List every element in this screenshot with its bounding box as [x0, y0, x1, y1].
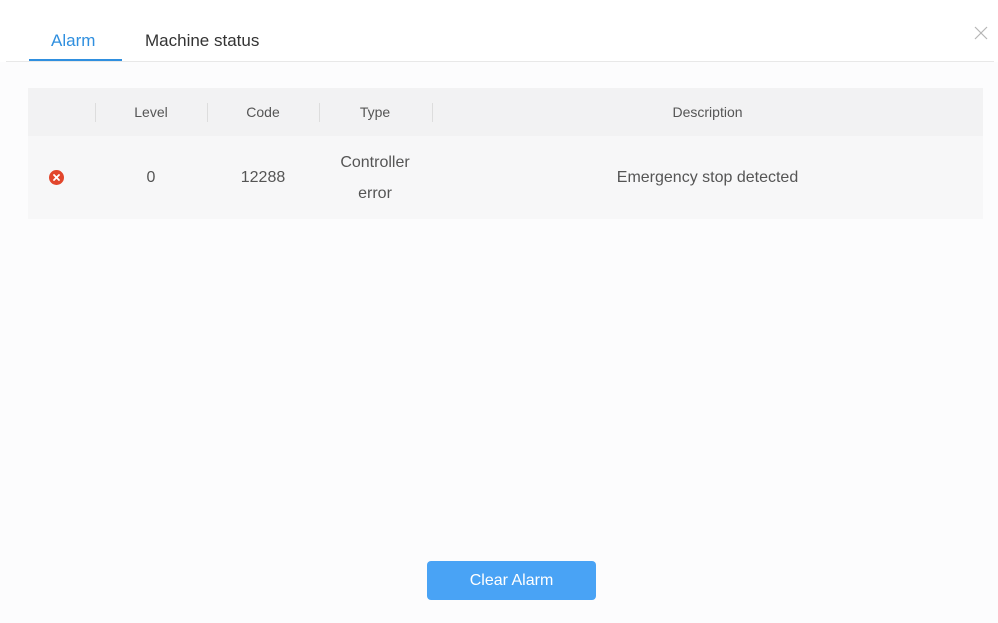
column-header-code: Code	[246, 104, 280, 120]
tab-machine-status[interactable]: Machine status	[145, 31, 259, 51]
clear-alarm-button[interactable]: Clear Alarm	[427, 561, 596, 600]
cell-type-line2: error	[358, 184, 392, 202]
table-body: 0 12288 Controller error Emergency stop …	[28, 136, 983, 219]
table-header: Level Code Type Description	[28, 88, 983, 136]
cell-type-line1: Controller	[340, 153, 410, 171]
cell-type: Controller error	[319, 136, 431, 219]
column-header-level: Level	[134, 104, 168, 120]
alarm-dialog: Alarm Machine status Level Code Type Des…	[0, 0, 998, 623]
close-button[interactable]	[972, 24, 990, 42]
tabs-divider	[6, 61, 994, 62]
column-header-description: Description	[672, 104, 743, 120]
cell-description: Emergency stop detected	[616, 168, 799, 186]
column-header-type: Type	[359, 104, 391, 120]
cell-code: 12288	[240, 168, 286, 186]
cell-level: 0	[146, 168, 156, 186]
close-icon	[974, 26, 988, 40]
tab-alarm[interactable]: Alarm	[51, 31, 95, 51]
table-row[interactable]: 0 12288 Controller error Emergency stop …	[28, 136, 983, 219]
tabs-bar: Alarm Machine status	[0, 0, 998, 62]
alarm-table: Level Code Type Description 0 12288 Cont…	[28, 88, 983, 219]
error-circle-icon	[49, 170, 64, 185]
